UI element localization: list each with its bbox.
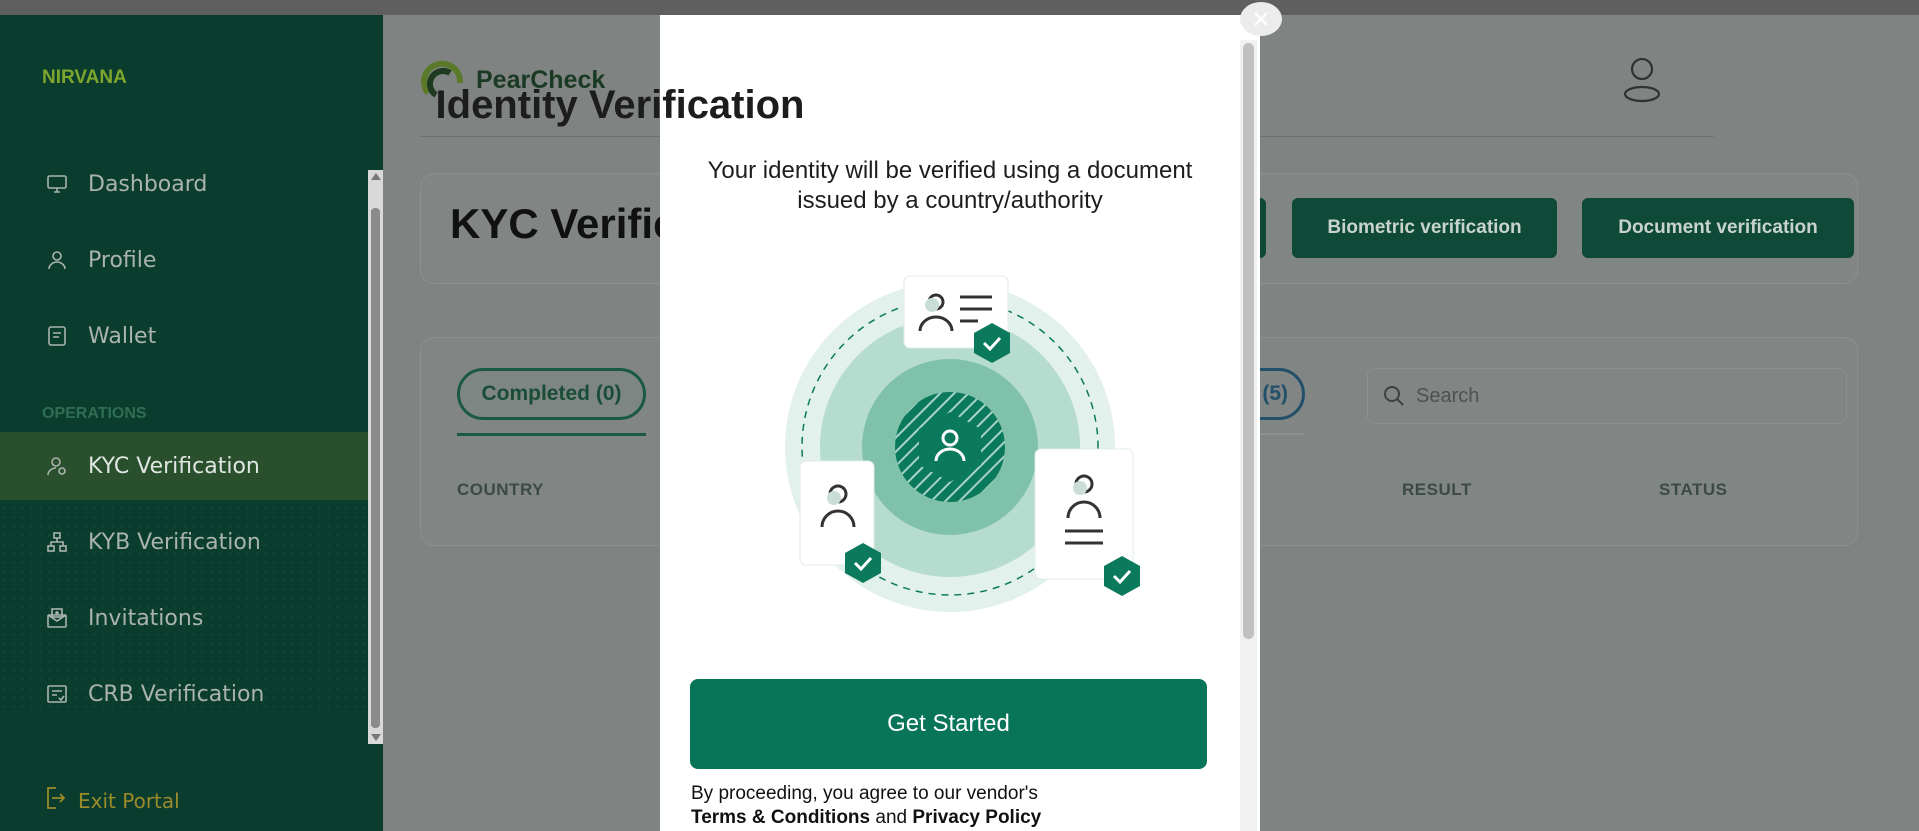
user-icon (42, 245, 72, 275)
sidebar-item-kyb-verification[interactable]: KYB Verification (0, 508, 368, 576)
scroll-up-arrow-icon[interactable] (371, 173, 381, 180)
modal-subtitle: Your identity will be verified using a d… (707, 157, 1193, 214)
sidebar-item-dashboard[interactable]: Dashboard (0, 150, 368, 218)
report-icon (42, 679, 72, 709)
privacy-policy-link[interactable]: Privacy Policy (912, 807, 1041, 828)
sidebar-item-profile[interactable]: Profile (0, 226, 368, 294)
column-header-country: COUNTRY (457, 480, 544, 499)
sidebar: NIRVANA Dashboard Profile Wallet OPERATI… (0, 15, 383, 831)
org-chart-icon (42, 527, 72, 557)
consent-text: By proceeding, you agree to our vendor's… (691, 782, 1041, 830)
browser-top-bar (0, 0, 1919, 15)
modal-close-button[interactable] (1240, 2, 1282, 36)
wallet-icon (42, 321, 72, 351)
column-header-status: STATUS (1659, 480, 1728, 499)
biometric-verification-button[interactable]: Biometric verification (1292, 198, 1557, 258)
consent-prefix: By proceeding, you agree to our vendor's (691, 783, 1038, 804)
sidebar-item-label: KYB Verification (88, 529, 261, 555)
document-verification-button[interactable]: Document verification (1582, 198, 1854, 258)
search-input[interactable]: Search (1367, 368, 1847, 424)
scroll-down-arrow-icon[interactable] (371, 734, 381, 741)
sidebar-item-kyc-verification[interactable]: KYC Verification (0, 432, 368, 500)
get-started-button[interactable]: Get Started (690, 679, 1207, 769)
exit-icon (42, 785, 66, 816)
sidebar-scrollbar[interactable] (368, 170, 383, 744)
column-header-result: RESULT (1402, 480, 1472, 499)
kyc-icon (42, 451, 72, 481)
sidebar-item-label: KYC Verification (88, 453, 260, 479)
sidebar-item-wallet[interactable]: Wallet (0, 302, 368, 370)
sidebar-item-label: Profile (88, 247, 157, 273)
sidebar-section-operations: OPERATIONS (42, 405, 147, 422)
search-placeholder: Search (1416, 384, 1480, 407)
scrollbar-thumb[interactable] (371, 208, 380, 728)
invitation-icon (42, 603, 72, 633)
modal-scrollbar-thumb[interactable] (1243, 43, 1254, 639)
sidebar-item-label: CRB Verification (88, 681, 265, 707)
account-avatar-icon[interactable] (1620, 55, 1664, 107)
sidebar-item-crb-verification[interactable]: CRB Verification (0, 660, 368, 728)
identity-verification-illustration (770, 265, 1150, 625)
modal-scrollbar[interactable] (1240, 40, 1257, 831)
sidebar-item-label: Invitations (88, 605, 204, 631)
terms-link[interactable]: Terms & Conditions (691, 807, 870, 828)
modal-title: Identity Verification (435, 83, 805, 127)
page-title: KYC Verific (450, 200, 677, 247)
monitor-icon (42, 169, 72, 199)
consent-and: and (875, 807, 908, 828)
tab-completed[interactable]: Completed (0) (457, 368, 646, 420)
exit-portal-button[interactable]: Exit Portal (42, 785, 180, 816)
close-icon (1254, 12, 1268, 26)
sidebar-item-invitations[interactable]: Invitations (0, 584, 368, 652)
sidebar-item-label: Wallet (88, 323, 157, 349)
search-icon (1382, 384, 1406, 408)
consent-links: Terms & Conditions and Privacy Policy (691, 806, 1041, 830)
exit-portal-label: Exit Portal (78, 788, 180, 813)
sidebar-item-label: Dashboard (88, 171, 208, 197)
tab-active-underline (457, 433, 646, 436)
